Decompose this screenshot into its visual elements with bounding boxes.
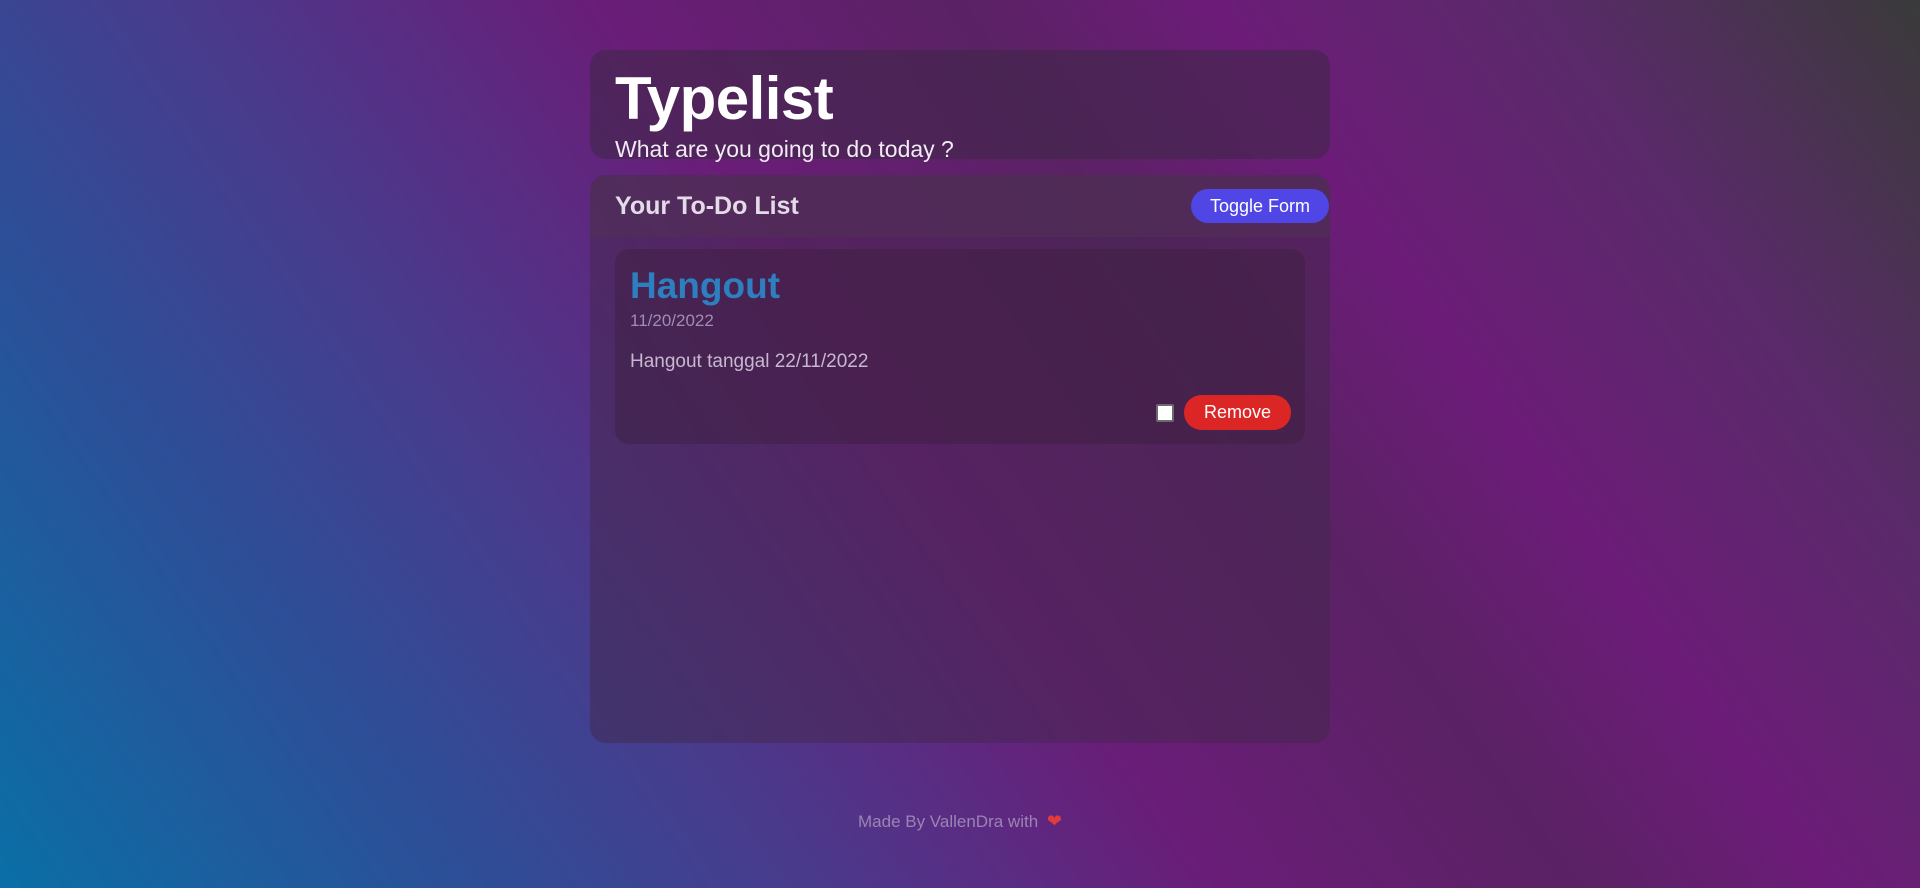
todo-item-date: 11/20/2022 [630,311,714,330]
app-container: Typelist What are you going to do today … [590,50,1330,743]
todo-list-card: Your To-Do List Toggle Form Hangout 11/2… [590,175,1330,743]
remove-button[interactable]: Remove [1183,395,1291,430]
todo-list-title: Your To-Do List [615,191,799,220]
todo-item-checkbox[interactable] [1155,403,1174,422]
todo-item-description: Hangout tanggal 22/11/2022 [630,351,869,372]
todo-list-body: Hangout 11/20/2022 Hangout tanggal 22/11… [590,237,1330,456]
footer-text: Made By VallenDra with [858,812,1039,831]
footer: Made By VallenDra with ❤ [0,811,1920,832]
todo-item-actions: Remove [1155,395,1291,430]
todo-item: Hangout 11/20/2022 Hangout tanggal 22/11… [615,249,1305,444]
app-title: Typelist [615,65,834,132]
todo-list-header: Your To-Do List Toggle Form [590,175,1330,237]
app-subtitle: What are you going to do today ? [615,136,954,162]
toggle-form-button[interactable]: Toggle Form [1190,189,1329,223]
header-card: Typelist What are you going to do today … [590,50,1330,162]
todo-item-title: Hangout [630,265,781,306]
heart-icon: ❤ [1046,811,1062,831]
